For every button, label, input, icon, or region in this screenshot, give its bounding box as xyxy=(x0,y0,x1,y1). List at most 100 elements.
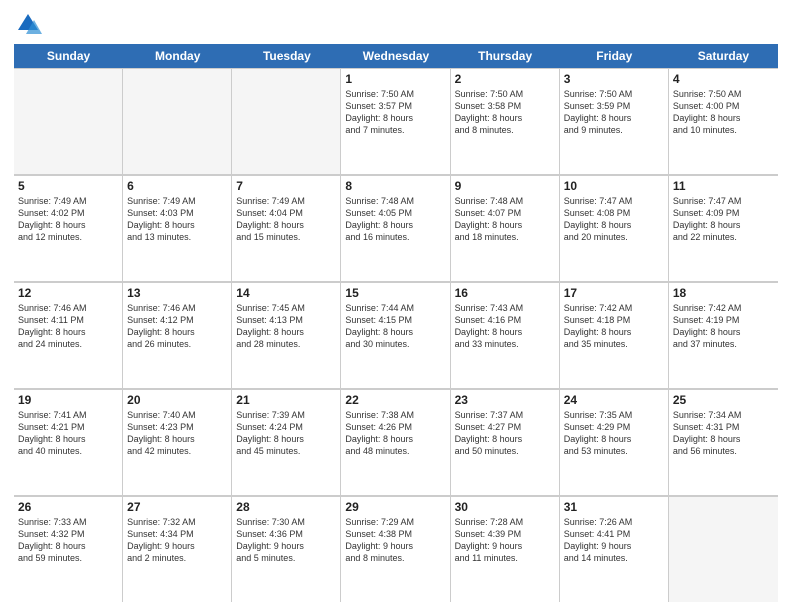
calendar-cell: 19 Sunrise: 7:41 AM Sunset: 4:21 PM Dayli… xyxy=(14,389,123,495)
calendar: SundayMondayTuesdayWednesdayThursdayFrid… xyxy=(14,44,778,602)
calendar-cell: 10Sunrise: 7:47 AM Sunset: 4:08 PM Dayli… xyxy=(560,175,669,281)
calendar-cell: 27 Sunrise: 7:32 AM Sunset: 4:34 PM Dayli… xyxy=(123,496,232,602)
calendar-cell: 14 Sunrise: 7:45 AM Sunset: 4:13 PM Dayli… xyxy=(232,282,341,388)
cell-daylight-info: Sunrise: 7:50 AM Sunset: 3:59 PM Dayligh… xyxy=(564,88,664,137)
calendar-cell: 12 Sunrise: 7:46 AM Sunset: 4:11 PM Dayli… xyxy=(14,282,123,388)
logo xyxy=(14,10,46,38)
calendar-cell: 7 Sunrise: 7:49 AM Sunset: 4:04 PM Daylig… xyxy=(232,175,341,281)
day-number: 22 xyxy=(345,393,445,407)
cell-daylight-info: Sunrise: 7:37 AM Sunset: 4:27 PM Dayligh… xyxy=(455,409,555,458)
cell-daylight-info: Sunrise: 7:35 AM Sunset: 4:29 PM Dayligh… xyxy=(564,409,664,458)
cell-daylight-info: Sunrise: 7:46 AM Sunset: 4:11 PM Dayligh… xyxy=(18,302,118,351)
calendar-row-1: 1 Sunrise: 7:50 AM Sunset: 3:57 PM Daylig… xyxy=(14,68,778,175)
calendar-cell: 5 Sunrise: 7:49 AM Sunset: 4:02 PM Daylig… xyxy=(14,175,123,281)
cell-daylight-info: Sunrise: 7:26 AM Sunset: 4:41 PM Dayligh… xyxy=(564,516,664,565)
day-number: 15 xyxy=(345,286,445,300)
cell-daylight-info: Sunrise: 7:34 AM Sunset: 4:31 PM Dayligh… xyxy=(673,409,774,458)
day-number: 28 xyxy=(236,500,336,514)
calendar-cell: 13 Sunrise: 7:46 AM Sunset: 4:12 PM Dayli… xyxy=(123,282,232,388)
calendar-cell xyxy=(232,68,341,174)
day-number: 11 xyxy=(673,179,774,193)
calendar-cell: 28 Sunrise: 7:30 AM Sunset: 4:36 PM Dayli… xyxy=(232,496,341,602)
calendar-cell: 17 Sunrise: 7:42 AM Sunset: 4:18 PM Dayli… xyxy=(560,282,669,388)
day-number: 19 xyxy=(18,393,118,407)
calendar-cell: 4Sunrise: 7:50 AM Sunset: 4:00 PM Daylig… xyxy=(669,68,778,174)
day-number: 13 xyxy=(127,286,227,300)
cell-daylight-info: Sunrise: 7:45 AM Sunset: 4:13 PM Dayligh… xyxy=(236,302,336,351)
header-day-tuesday: Tuesday xyxy=(232,44,341,68)
day-number: 8 xyxy=(345,179,445,193)
calendar-cell: 15 Sunrise: 7:44 AM Sunset: 4:15 PM Dayli… xyxy=(341,282,450,388)
calendar-cell: 6 Sunrise: 7:49 AM Sunset: 4:03 PM Daylig… xyxy=(123,175,232,281)
cell-daylight-info: Sunrise: 7:38 AM Sunset: 4:26 PM Dayligh… xyxy=(345,409,445,458)
cell-daylight-info: Sunrise: 7:28 AM Sunset: 4:39 PM Dayligh… xyxy=(455,516,555,565)
calendar-cell: 1 Sunrise: 7:50 AM Sunset: 3:57 PM Daylig… xyxy=(341,68,450,174)
day-number: 1 xyxy=(345,72,445,86)
header-day-sunday: Sunday xyxy=(14,44,123,68)
day-number: 20 xyxy=(127,393,227,407)
cell-daylight-info: Sunrise: 7:46 AM Sunset: 4:12 PM Dayligh… xyxy=(127,302,227,351)
header-day-friday: Friday xyxy=(560,44,669,68)
header-day-monday: Monday xyxy=(123,44,232,68)
day-number: 6 xyxy=(127,179,227,193)
day-number: 12 xyxy=(18,286,118,300)
cell-daylight-info: Sunrise: 7:32 AM Sunset: 4:34 PM Dayligh… xyxy=(127,516,227,565)
day-number: 14 xyxy=(236,286,336,300)
cell-daylight-info: Sunrise: 7:44 AM Sunset: 4:15 PM Dayligh… xyxy=(345,302,445,351)
day-number: 29 xyxy=(345,500,445,514)
day-number: 27 xyxy=(127,500,227,514)
logo-icon xyxy=(14,10,42,38)
day-number: 2 xyxy=(455,72,555,86)
cell-daylight-info: Sunrise: 7:49 AM Sunset: 4:02 PM Dayligh… xyxy=(18,195,118,244)
day-number: 18 xyxy=(673,286,774,300)
day-number: 5 xyxy=(18,179,118,193)
cell-daylight-info: Sunrise: 7:49 AM Sunset: 4:04 PM Dayligh… xyxy=(236,195,336,244)
cell-daylight-info: Sunrise: 7:49 AM Sunset: 4:03 PM Dayligh… xyxy=(127,195,227,244)
calendar-cell: 22 Sunrise: 7:38 AM Sunset: 4:26 PM Dayli… xyxy=(341,389,450,495)
cell-daylight-info: Sunrise: 7:39 AM Sunset: 4:24 PM Dayligh… xyxy=(236,409,336,458)
day-number: 4 xyxy=(673,72,774,86)
calendar-cell xyxy=(669,496,778,602)
calendar-cell: 23 Sunrise: 7:37 AM Sunset: 4:27 PM Dayli… xyxy=(451,389,560,495)
calendar-body: 1 Sunrise: 7:50 AM Sunset: 3:57 PM Daylig… xyxy=(14,68,778,602)
calendar-cell: 16 Sunrise: 7:43 AM Sunset: 4:16 PM Dayli… xyxy=(451,282,560,388)
calendar-cell: 8 Sunrise: 7:48 AM Sunset: 4:05 PM Daylig… xyxy=(341,175,450,281)
cell-daylight-info: Sunrise: 7:42 AM Sunset: 4:19 PM Dayligh… xyxy=(673,302,774,351)
cell-daylight-info: Sunrise: 7:29 AM Sunset: 4:38 PM Dayligh… xyxy=(345,516,445,565)
day-number: 17 xyxy=(564,286,664,300)
day-number: 26 xyxy=(18,500,118,514)
cell-daylight-info: Sunrise: 7:50 AM Sunset: 3:57 PM Dayligh… xyxy=(345,88,445,137)
calendar-cell: 3Sunrise: 7:50 AM Sunset: 3:59 PM Daylig… xyxy=(560,68,669,174)
calendar-row-5: 26Sunrise: 7:33 AM Sunset: 4:32 PM Dayli… xyxy=(14,496,778,602)
cell-daylight-info: Sunrise: 7:48 AM Sunset: 4:05 PM Dayligh… xyxy=(345,195,445,244)
calendar-row-4: 19 Sunrise: 7:41 AM Sunset: 4:21 PM Dayli… xyxy=(14,389,778,496)
day-number: 16 xyxy=(455,286,555,300)
cell-daylight-info: Sunrise: 7:48 AM Sunset: 4:07 PM Dayligh… xyxy=(455,195,555,244)
calendar-cell: 9 Sunrise: 7:48 AM Sunset: 4:07 PM Daylig… xyxy=(451,175,560,281)
day-number: 31 xyxy=(564,500,664,514)
day-number: 9 xyxy=(455,179,555,193)
day-number: 24 xyxy=(564,393,664,407)
cell-daylight-info: Sunrise: 7:43 AM Sunset: 4:16 PM Dayligh… xyxy=(455,302,555,351)
calendar-cell: 21 Sunrise: 7:39 AM Sunset: 4:24 PM Dayli… xyxy=(232,389,341,495)
calendar-header: SundayMondayTuesdayWednesdayThursdayFrid… xyxy=(14,44,778,68)
calendar-cell: 2Sunrise: 7:50 AM Sunset: 3:58 PM Daylig… xyxy=(451,68,560,174)
calendar-cell: 30 Sunrise: 7:28 AM Sunset: 4:39 PM Dayli… xyxy=(451,496,560,602)
day-number: 7 xyxy=(236,179,336,193)
cell-daylight-info: Sunrise: 7:41 AM Sunset: 4:21 PM Dayligh… xyxy=(18,409,118,458)
day-number: 30 xyxy=(455,500,555,514)
cell-daylight-info: Sunrise: 7:42 AM Sunset: 4:18 PM Dayligh… xyxy=(564,302,664,351)
calendar-cell xyxy=(14,68,123,174)
calendar-cell: 18 Sunrise: 7:42 AM Sunset: 4:19 PM Dayli… xyxy=(669,282,778,388)
cell-daylight-info: Sunrise: 7:30 AM Sunset: 4:36 PM Dayligh… xyxy=(236,516,336,565)
cell-daylight-info: Sunrise: 7:47 AM Sunset: 4:08 PM Dayligh… xyxy=(564,195,664,244)
header-day-wednesday: Wednesday xyxy=(341,44,450,68)
header-day-thursday: Thursday xyxy=(451,44,560,68)
day-number: 23 xyxy=(455,393,555,407)
calendar-cell: 26Sunrise: 7:33 AM Sunset: 4:32 PM Dayli… xyxy=(14,496,123,602)
header-day-saturday: Saturday xyxy=(669,44,778,68)
calendar-row-2: 5 Sunrise: 7:49 AM Sunset: 4:02 PM Daylig… xyxy=(14,175,778,282)
day-number: 21 xyxy=(236,393,336,407)
day-number: 25 xyxy=(673,393,774,407)
header xyxy=(14,10,778,38)
